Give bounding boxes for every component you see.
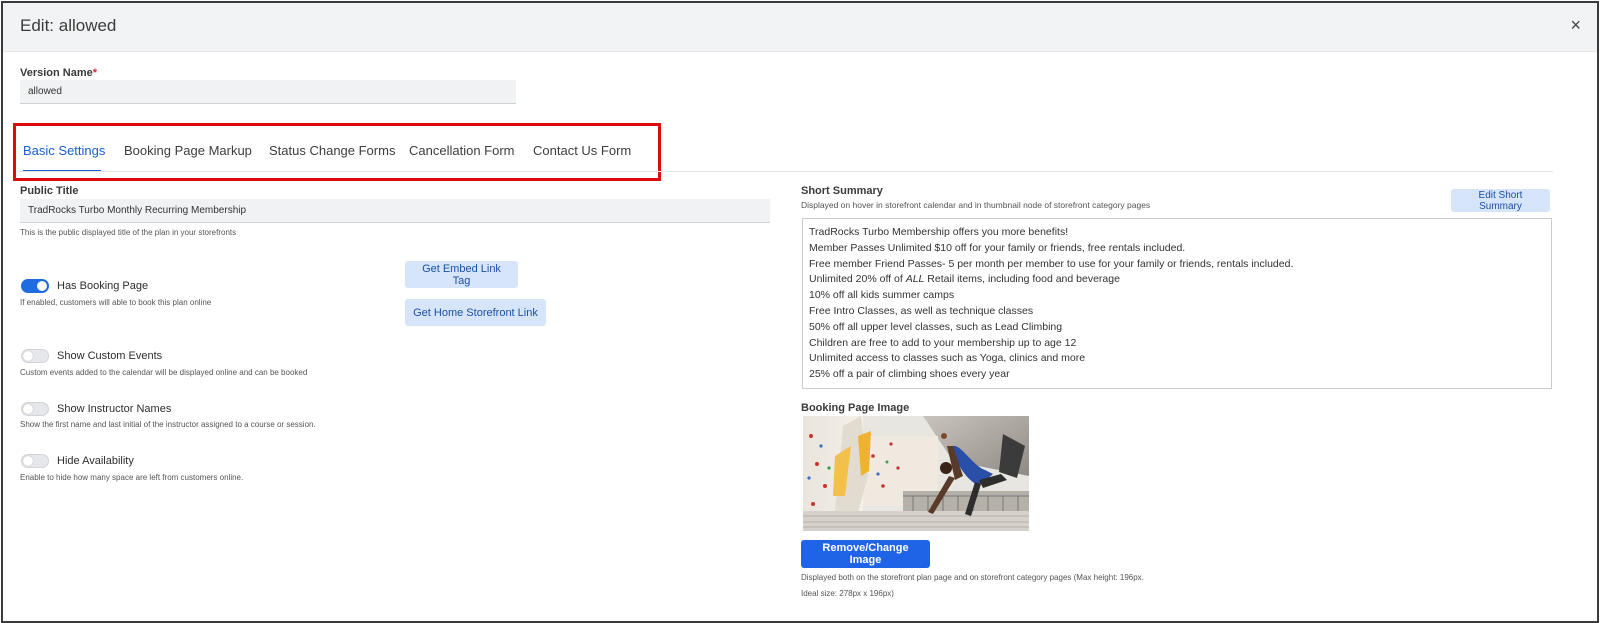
show-instructor-names-help: Show the first name and last initial of … <box>20 420 316 429</box>
hide-availability-toggle[interactable] <box>21 454 49 468</box>
summary-line: Unlimited 20% off of ALL Retail items, i… <box>809 273 1120 286</box>
public-title-input[interactable] <box>20 199 770 223</box>
version-name-label: Version Name* <box>20 67 98 79</box>
modal-title: Edit: allowed <box>20 16 117 35</box>
booking-image-size-help: Ideal size: 278px x 196px) <box>801 589 894 598</box>
summary-line: 10% off all kids summer camps <box>809 289 955 302</box>
modal-header: Edit: allowed × <box>3 3 1597 52</box>
show-custom-events-toggle[interactable] <box>21 349 49 363</box>
tab-booking-page-markup[interactable]: Booking Page Markup <box>124 143 252 158</box>
tabs-divider <box>19 171 1553 172</box>
has-booking-page-label: Has Booking Page <box>57 280 149 292</box>
booking-page-image-label: Booking Page Image <box>801 402 910 414</box>
hide-availability-label: Hide Availability <box>57 455 134 467</box>
edit-short-summary-button[interactable]: Edit Short Summary <box>1451 189 1550 212</box>
booking-page-image <box>803 416 1029 531</box>
short-summary-box: TradRocks Turbo Membership offers you mo… <box>802 218 1552 389</box>
get-home-storefront-link-button[interactable]: Get Home Storefront Link <box>405 299 546 326</box>
summary-line: Free Intro Classes, as well as technique… <box>809 304 1034 317</box>
has-booking-page-toggle[interactable] <box>21 279 49 293</box>
show-instructor-names-label: Show Instructor Names <box>57 403 172 415</box>
tab-status-change-forms[interactable]: Status Change Forms <box>269 143 395 158</box>
show-custom-events-help: Custom events added to the calendar will… <box>20 368 308 377</box>
edit-modal: Edit: allowed × Version Name* Basic Sett… <box>1 1 1599 623</box>
summary-line: Free member Friend Passes- 5 per month p… <box>809 257 1294 270</box>
booking-image-help: Displayed both on the storefront plan pa… <box>801 573 1144 582</box>
summary-line: Children are free to add to your members… <box>809 336 1077 349</box>
tab-cancellation-form[interactable]: Cancellation Form <box>409 143 515 158</box>
version-name-input[interactable] <box>20 80 516 104</box>
tab-contact-us-form[interactable]: Contact Us Form <box>533 143 631 158</box>
summary-line: Member Passes Unlimited $10 off for your… <box>809 241 1186 254</box>
summary-line: 25% off a pair of climbing shoes every y… <box>809 368 1010 381</box>
show-instructor-names-toggle[interactable] <box>21 402 49 416</box>
close-icon[interactable]: × <box>1570 15 1581 36</box>
short-summary-help: Displayed on hover in storefront calenda… <box>801 200 1151 210</box>
get-embed-link-button[interactable]: Get Embed Link Tag <box>405 261 518 288</box>
summary-line: 50% off all upper level classes, such as… <box>809 320 1063 333</box>
summary-line: TradRocks Turbo Membership offers you mo… <box>809 226 1069 238</box>
tab-basic-settings[interactable]: Basic Settings <box>23 143 105 158</box>
summary-line: Unlimited access to classes such as Yoga… <box>809 352 1086 365</box>
short-summary-label: Short Summary <box>801 185 883 197</box>
has-booking-page-help: If enabled, customers will able to book … <box>20 298 212 307</box>
remove-change-image-button[interactable]: Remove/Change Image <box>801 540 930 568</box>
show-custom-events-label: Show Custom Events <box>57 350 163 362</box>
hide-availability-help: Enable to hide how many space are left f… <box>20 473 244 482</box>
public-title-label: Public Title <box>20 185 79 197</box>
public-title-help: This is the public displayed title of th… <box>20 228 237 237</box>
